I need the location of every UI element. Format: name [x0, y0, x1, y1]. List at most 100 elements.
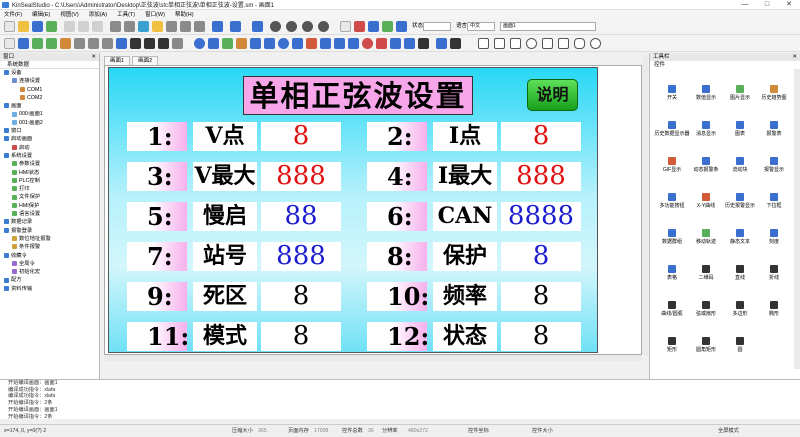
online-sim-icon[interactable]	[396, 21, 407, 32]
close-button[interactable]: ✕	[778, 0, 800, 10]
redo-icon[interactable]	[102, 38, 113, 49]
qrcode2-tool-icon[interactable]	[450, 38, 461, 49]
open-folder-icon[interactable]	[18, 21, 29, 32]
undo-icon[interactable]	[88, 38, 99, 49]
control-tool-item[interactable]: 静态文本	[722, 226, 758, 254]
control-tool-item[interactable]: 移动轨迹	[688, 226, 724, 254]
flow-tool-icon[interactable]	[334, 38, 345, 49]
param-value-input[interactable]: 888	[501, 162, 581, 191]
cut-icon[interactable]	[64, 21, 75, 32]
tree-node[interactable]: 参数设置	[4, 160, 99, 168]
image-lib-icon[interactable]	[60, 38, 71, 49]
control-tool-item[interactable]: 数据群组	[654, 226, 690, 254]
trend-tool-icon[interactable]	[236, 38, 247, 49]
roundrect-tool-icon[interactable]	[574, 38, 585, 49]
tree-node[interactable]: 启动画面	[4, 135, 99, 143]
control-tool-item[interactable]: 折线	[756, 262, 792, 290]
control-tool-item[interactable]: 消息显示	[688, 118, 724, 146]
tree-node[interactable]: 初始化宏	[4, 268, 99, 276]
editor-horizontal-scrollbar[interactable]	[104, 355, 642, 361]
new-file-icon[interactable]	[4, 21, 15, 32]
italic-icon[interactable]	[144, 38, 155, 49]
move-down-icon[interactable]	[46, 38, 57, 49]
download-icon[interactable]	[368, 21, 379, 32]
control-tool-item[interactable]: 历史报警显示	[722, 190, 758, 218]
tree-node[interactable]: 打印	[4, 185, 99, 193]
left-panel-tab[interactable]: 系统数据	[0, 61, 99, 69]
control-tool-item[interactable]: 报警表	[756, 118, 792, 146]
table-tool-icon[interactable]	[404, 38, 415, 49]
tree-node[interactable]: 窗口	[4, 127, 99, 135]
copy-icon[interactable]	[78, 21, 89, 32]
text-align-icon[interactable]	[172, 38, 183, 49]
control-tool-item[interactable]: GIF显示	[654, 154, 690, 182]
gif-tool-icon[interactable]	[306, 38, 317, 49]
layer-icon[interactable]	[212, 21, 223, 32]
help-button[interactable]: 说明	[527, 79, 578, 111]
control-tool-item[interactable]: 多功能按钮	[654, 190, 690, 218]
param-value-input[interactable]: 8	[501, 122, 581, 151]
multi-button-tool-icon[interactable]	[348, 38, 359, 49]
tree-node[interactable]: 启动	[4, 144, 99, 152]
lock-icon[interactable]	[152, 21, 163, 32]
tree-node[interactable]: 文件保护	[4, 193, 99, 201]
control-tool-item[interactable]: 表格	[654, 262, 690, 290]
grid-icon[interactable]	[230, 21, 241, 32]
move-up-icon[interactable]	[32, 38, 43, 49]
status-select[interactable]	[423, 22, 451, 31]
tree-node[interactable]: 001:画面2	[4, 119, 99, 127]
menu-view[interactable]: 视图(V)	[60, 10, 78, 18]
zoom-in-icon[interactable]	[270, 21, 281, 32]
minimize-button[interactable]: —	[734, 0, 756, 10]
alarm-bar-tool-icon[interactable]	[320, 38, 331, 49]
tab-screen-1[interactable]: 画面1	[104, 56, 131, 65]
param-value-input[interactable]: 888	[261, 162, 341, 191]
hmi-canvas[interactable]: 单相正弦波设置 说明 1: V点 8 2: I点 8 3: V最大 888 4: I最大 888 5: 慢…	[108, 67, 598, 353]
control-tool-item[interactable]: 历史趋势图	[756, 82, 792, 110]
tree-node[interactable]: 资料传输	[4, 285, 99, 293]
menu-edit[interactable]: 编辑(E)	[32, 10, 50, 18]
scale-tool-icon[interactable]	[436, 38, 447, 49]
number-tool-icon[interactable]	[208, 38, 219, 49]
param-value-input[interactable]: 8	[261, 122, 341, 151]
control-tool-item[interactable]: 二维码	[688, 262, 724, 290]
save-icon[interactable]	[32, 21, 43, 32]
circle-tool-icon[interactable]	[590, 38, 601, 49]
tree-node[interactable]: 条件报警	[4, 243, 99, 251]
control-tool-item[interactable]: 动态报警条	[688, 154, 724, 182]
menu-window[interactable]: 窗口(W)	[145, 10, 165, 18]
picture-tool-icon[interactable]	[222, 38, 233, 49]
recipe-tool-icon[interactable]	[390, 38, 401, 49]
tree-node[interactable]: HMI状态	[4, 169, 99, 177]
bring-front-icon[interactable]	[194, 21, 205, 32]
param-value-input[interactable]: 8	[261, 282, 341, 311]
control-tool-item[interactable]: 数值显示	[688, 82, 724, 110]
tree-node[interactable]: 数位地址报警	[4, 235, 99, 243]
zoom-reset-icon[interactable]	[318, 21, 329, 32]
select-icon[interactable]	[4, 38, 15, 49]
control-tool-item[interactable]: 椭形	[756, 298, 792, 326]
tree-node[interactable]: 画面	[4, 102, 99, 110]
param-value-input[interactable]: 8888	[501, 202, 581, 231]
screen-add-icon[interactable]	[18, 38, 29, 49]
underline-icon[interactable]	[158, 38, 169, 49]
control-tool-item[interactable]: 下拉框	[756, 190, 792, 218]
screen-select[interactable]: 画面1	[500, 22, 596, 31]
rect-tool-icon[interactable]	[558, 38, 569, 49]
ungroup-icon[interactable]	[180, 21, 191, 32]
control-tool-item[interactable]: 流动块	[722, 154, 758, 182]
bold-icon[interactable]	[130, 38, 141, 49]
tree-node[interactable]: 000:画面1	[4, 110, 99, 118]
control-tool-item[interactable]: 报警显示	[756, 154, 792, 182]
tree-node[interactable]: 设备	[4, 69, 99, 77]
tree-node[interactable]: COM1	[4, 86, 99, 94]
tree-node[interactable]: PLC控制	[4, 177, 99, 185]
menu-file[interactable]: 文件(F)	[4, 10, 22, 18]
param-value-input[interactable]: 8	[261, 322, 341, 351]
tree-node[interactable]: 数据记录	[4, 218, 99, 226]
page-icon[interactable]	[340, 21, 351, 32]
maximize-button[interactable]: □	[756, 0, 778, 10]
tree-node[interactable]: COM2	[4, 94, 99, 102]
align-right-icon[interactable]	[124, 21, 135, 32]
polygon-tool-icon[interactable]	[542, 38, 553, 49]
